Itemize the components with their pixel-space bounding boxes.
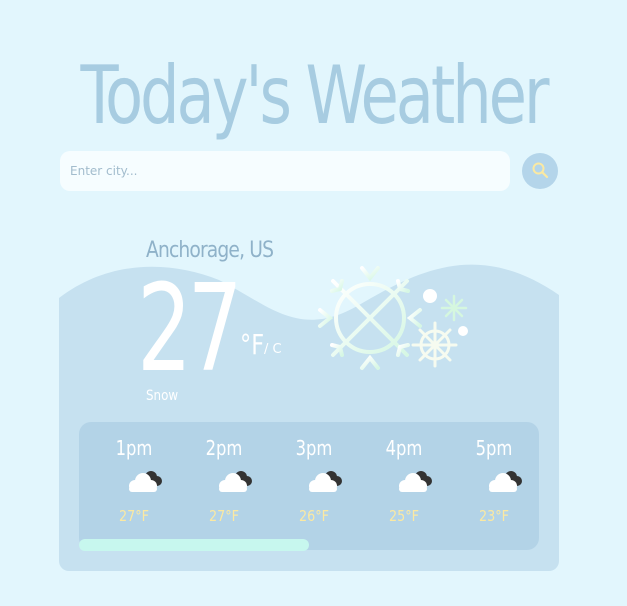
hour-temperature: 25°F bbox=[389, 507, 419, 525]
hour-temperature: 27°F bbox=[119, 507, 149, 525]
cloudy-icon bbox=[215, 469, 253, 497]
search-input[interactable] bbox=[60, 151, 510, 191]
hour-temperature: 27°F bbox=[209, 507, 239, 525]
unit-fahrenheit-toggle[interactable]: °F bbox=[240, 328, 264, 361]
forecast-scrollbar[interactable] bbox=[79, 539, 539, 551]
condition-label: Snow bbox=[146, 388, 179, 404]
search-button[interactable] bbox=[522, 153, 558, 189]
hour-temperature: 23°F bbox=[479, 507, 509, 525]
hour-time: 5pm bbox=[475, 436, 513, 460]
hour-time: 4pm bbox=[385, 436, 423, 460]
hour-time: 1pm bbox=[115, 436, 153, 460]
scrollbar-thumb[interactable] bbox=[79, 539, 309, 551]
cloudy-icon bbox=[485, 469, 523, 497]
hourly-forecast[interactable]: 1pm 27°F 2pm 27°F 3pm 26°F 4pm 25°F 5pm … bbox=[79, 422, 539, 550]
current-temperature: 27 bbox=[137, 260, 243, 399]
hour-time: 3pm bbox=[295, 436, 333, 460]
hour-temperature: 26°F bbox=[299, 507, 329, 525]
page-title: Today's Weather bbox=[80, 49, 550, 142]
hour-time: 2pm bbox=[205, 436, 243, 460]
cloudy-icon bbox=[125, 469, 163, 497]
search-icon bbox=[531, 161, 549, 182]
snowflake-icon bbox=[308, 258, 478, 387]
cloudy-icon bbox=[305, 469, 343, 497]
unit-celsius-toggle[interactable]: / C bbox=[264, 342, 282, 357]
cloudy-icon bbox=[395, 469, 433, 497]
